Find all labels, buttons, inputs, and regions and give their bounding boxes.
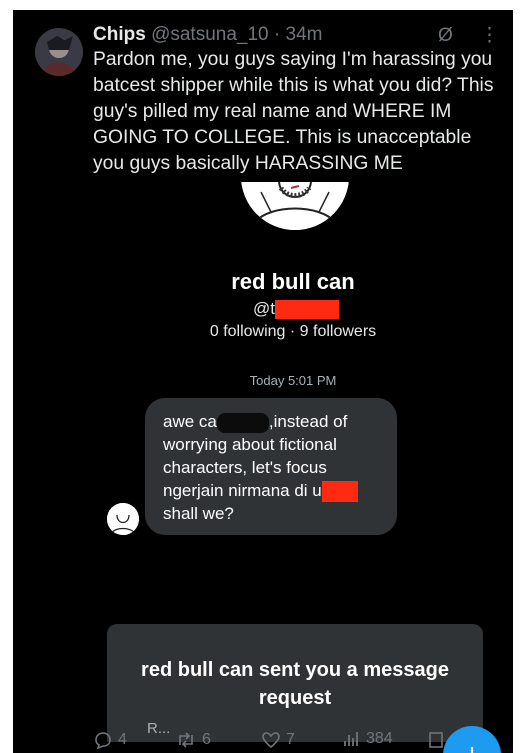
message-request-title: red bull can sent you a message request xyxy=(141,659,449,709)
redaction-bar xyxy=(274,300,339,320)
more-vertical-icon[interactable]: ⋮ xyxy=(480,25,499,46)
dm-handle-text: @t xyxy=(253,299,275,318)
dm-profile-stats: 0 following · 9 followers xyxy=(209,323,377,340)
tweet-header-icons: Ø ⋮ xyxy=(416,24,499,47)
tweet-time[interactable]: 34m xyxy=(286,24,323,45)
dm-profile-handle: @t xyxy=(253,299,339,320)
dm-profile-sketch xyxy=(241,182,349,230)
dm-message-fragment: ngerjain nirmana di u xyxy=(163,481,322,500)
reply-button[interactable]: 4 xyxy=(93,730,127,750)
view-count: 384 xyxy=(366,730,393,747)
views-button[interactable]: 384 xyxy=(343,730,393,748)
author-name[interactable]: Chips xyxy=(93,24,146,45)
screenshot-frame: Chips @satsuna_10 · 34m Ø ⋮ Pardon me, y… xyxy=(0,0,524,753)
dm-message-fragment: ,instead of xyxy=(268,412,348,431)
repost-icon xyxy=(179,732,193,748)
tweet-header: Chips @satsuna_10 · 34m xyxy=(93,24,322,46)
dm-message-line: ngerjain nirmana di u xyxy=(163,479,388,503)
like-button[interactable]: 7 xyxy=(261,730,295,750)
like-count: 7 xyxy=(286,731,295,748)
dm-message-text: awe ca ,instead of worrying about fiction… xyxy=(163,410,388,525)
dm-message-fragment: awe ca xyxy=(163,412,217,431)
tweet-text: Pardon me, you guys saying I'm harassing… xyxy=(93,49,494,174)
views-chart-icon xyxy=(344,732,358,746)
post-screen: Chips @satsuna_10 · 34m Ø ⋮ Pardon me, y… xyxy=(13,10,513,753)
author-handle[interactable]: @satsuna_10 xyxy=(151,24,269,45)
reply-count: 4 xyxy=(118,731,127,748)
tweet-media-image[interactable]: red bull can @t 0 following · 9 follower… xyxy=(93,182,493,742)
author-avatar-art xyxy=(35,28,83,76)
dm-message-line: characters, let's focus xyxy=(163,458,327,477)
dm-sender-sketch xyxy=(107,503,139,535)
dm-message-line: worrying about fictional xyxy=(163,435,337,454)
dm-message-line: shall we? xyxy=(163,504,234,524)
dm-sender-avatar xyxy=(107,503,139,535)
tweet-action-bar: 4 6 7 384 xyxy=(13,730,513,753)
redaction-bar xyxy=(321,481,358,503)
separator-dot: · xyxy=(273,24,281,45)
reply-icon xyxy=(95,732,111,750)
author-avatar[interactable] xyxy=(35,28,83,76)
dm-message-line: awe ca ,instead of xyxy=(163,410,388,433)
grok-slash-icon[interactable]: Ø xyxy=(438,25,453,46)
censor-blob xyxy=(216,412,269,433)
dm-timestamp: Today 5:01 PM xyxy=(249,373,337,388)
heart-icon xyxy=(262,732,280,749)
dm-profile-picture xyxy=(241,182,349,230)
repost-button[interactable]: 6 xyxy=(175,730,211,750)
repost-count: 6 xyxy=(202,731,211,748)
dm-profile-name: red bull can xyxy=(231,269,355,294)
